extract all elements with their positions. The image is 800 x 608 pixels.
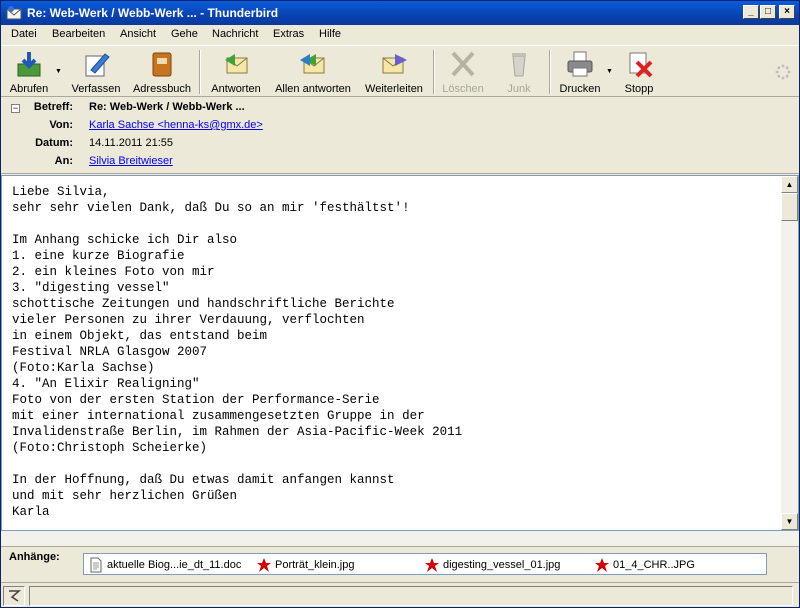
attachment-item[interactable]: 01_4_CHR..JPG	[594, 557, 695, 573]
compose-button[interactable]: Verfassen	[67, 50, 125, 96]
delete-x-icon	[451, 51, 475, 77]
reply-all-button[interactable]: Allen antworten	[271, 50, 355, 96]
reply-icon	[225, 54, 248, 74]
vertical-scrollbar[interactable]: ▲ ▼	[781, 176, 798, 530]
message-body-text: Liebe Silvia, sehr sehr vielen Dank, daß…	[12, 185, 463, 519]
status-bar	[1, 582, 799, 608]
menu-ansicht[interactable]: Ansicht	[120, 28, 156, 40]
trash-can-icon	[512, 53, 526, 77]
online-status-icon	[9, 590, 22, 602]
stop-icon	[629, 52, 653, 78]
get-mail-button[interactable]: Abrufen	[5, 50, 53, 96]
header-from-row: Von: Karla Sachse <henna-ks@gmx.de>	[49, 119, 263, 131]
message-header-pane: − Betreff: Re: Web-Werk / Webb-Werk ... …	[1, 98, 799, 174]
stop-button[interactable]: Stopp	[619, 50, 659, 96]
addressbook-button[interactable]: Adressbuch	[129, 50, 195, 96]
download-icon	[17, 52, 41, 77]
menu-bearbeiten[interactable]: Bearbeiten	[52, 28, 105, 40]
reply-button[interactable]: Antworten	[205, 50, 267, 96]
image-file-icon	[257, 558, 271, 572]
attachment-item[interactable]: Porträt_klein.jpg	[256, 557, 355, 573]
scrollbar-thumb[interactable]	[781, 193, 798, 221]
menu-gehe[interactable]: Gehe	[171, 28, 198, 40]
header-date-row: Datum: 14.11.2011 21:55	[35, 137, 174, 149]
horizontal-scrollbar[interactable]	[1, 531, 799, 547]
window-title: Re: Web-Werk / Webb-Werk ... - Thunderbi…	[27, 6, 279, 20]
header-date: 14.11.2011 21:55	[89, 137, 174, 149]
printer-icon	[567, 51, 593, 77]
header-subject-row: Betreff: Re: Web-Werk / Webb-Werk ...	[33, 101, 245, 113]
toolbar-separator	[549, 50, 551, 94]
menu-extras[interactable]: Extras	[273, 28, 304, 40]
reply-all-icon	[300, 54, 325, 74]
forward-icon	[382, 54, 407, 74]
attachment-item[interactable]: digesting_vessel_01.jpg	[424, 557, 560, 573]
minimize-button[interactable]: _	[743, 5, 759, 19]
compose-pen-icon	[85, 53, 110, 77]
addressbook-icon	[152, 52, 172, 77]
header-subject: Re: Web-Werk / Webb-Werk ...	[89, 101, 245, 113]
header-to-row: An: Silvia Breitwieser	[54, 155, 173, 167]
status-text-field	[29, 586, 793, 606]
scroll-down-button[interactable]: ▼	[781, 513, 798, 530]
throbber-icon	[775, 64, 791, 80]
main-toolbar: Abrufen ▼ Verfassen Adressbuch Antworten…	[1, 45, 799, 97]
attachments-label: Anhänge:	[9, 551, 60, 563]
document-file-icon	[90, 557, 102, 573]
scroll-up-button[interactable]: ▲	[781, 176, 798, 193]
menu-nachricht[interactable]: Nachricht	[212, 28, 258, 40]
junk-button[interactable]: Junk	[497, 50, 541, 96]
header-to-link[interactable]: Silvia Breitwieser	[89, 155, 173, 167]
get-mail-dropdown-icon[interactable]: ▼	[55, 68, 62, 75]
thunderbird-icon	[6, 6, 22, 20]
menu-hilfe[interactable]: Hilfe	[319, 28, 341, 40]
print-dropdown-icon[interactable]: ▼	[606, 68, 613, 75]
title-bar[interactable]: Re: Web-Werk / Webb-Werk ... - Thunderbi…	[1, 1, 799, 25]
toolbar-separator	[433, 50, 435, 94]
delete-button[interactable]: Löschen	[439, 50, 487, 96]
attachments-pane: Anhänge: aktuelle Biog...ie_dt_11.doc Po…	[1, 547, 799, 581]
attachment-list: aktuelle Biog...ie_dt_11.doc Porträt_kle…	[83, 553, 767, 575]
close-button[interactable]: ×	[779, 5, 795, 19]
thunderbird-window: Re: Web-Werk / Webb-Werk ... - Thunderbi…	[0, 0, 800, 608]
maximize-button[interactable]: □	[760, 5, 776, 19]
online-status-toggle[interactable]	[3, 586, 25, 606]
toolbar-separator	[199, 50, 201, 94]
print-button[interactable]: Drucken	[557, 50, 603, 96]
image-file-icon	[595, 558, 609, 572]
attachment-item[interactable]: aktuelle Biog...ie_dt_11.doc	[88, 557, 241, 573]
header-from-link[interactable]: Karla Sachse <henna-ks@gmx.de>	[89, 119, 263, 131]
forward-button[interactable]: Weiterleiten	[361, 50, 427, 96]
menu-bar: Datei Bearbeiten Ansicht Gehe Nachricht …	[1, 25, 799, 44]
message-body-pane[interactable]: Liebe Silvia, sehr sehr vielen Dank, daß…	[1, 175, 799, 531]
image-file-icon	[425, 558, 439, 572]
menu-datei[interactable]: Datei	[11, 28, 37, 40]
